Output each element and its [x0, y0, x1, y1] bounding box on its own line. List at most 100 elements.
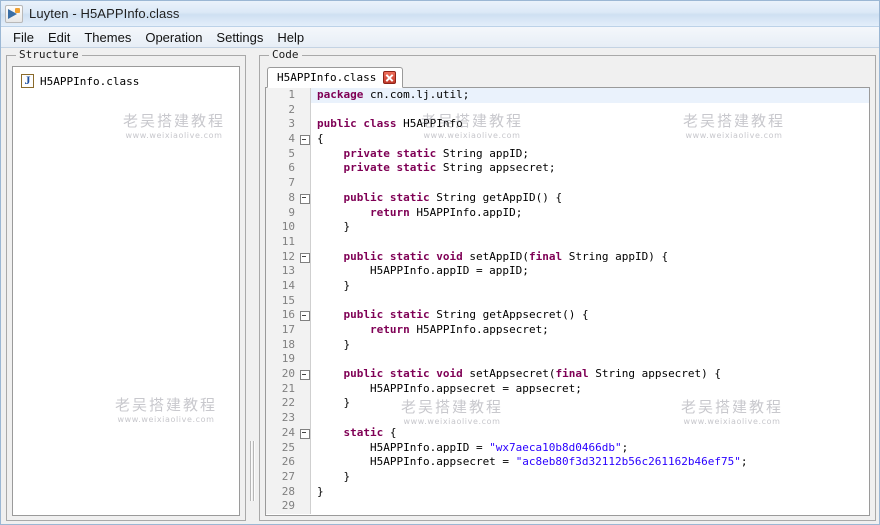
code-line[interactable]: 10 } [266, 220, 869, 235]
code-panel-title: Code [269, 48, 302, 61]
close-icon[interactable] [383, 71, 397, 84]
line-number: 9 [266, 205, 298, 221]
menu-item-settings[interactable]: Settings [209, 29, 270, 46]
code-text: return H5APPInfo.appsecret; [369, 323, 549, 336]
code-line[interactable]: 20 public static void setAppsecret(final… [266, 367, 869, 382]
fold-collapse-icon[interactable] [298, 190, 311, 206]
code-text: H5APPInfo.appsecret = "ac8eb80f3d32112b5… [317, 455, 748, 469]
line-number: 14 [266, 278, 298, 294]
code-line[interactable]: 28} [266, 484, 869, 500]
code-line[interactable]: 3 public class H5APPInfo [266, 117, 869, 133]
structure-tree[interactable]: H5APPInfo.class [12, 66, 240, 516]
app-icon [5, 4, 23, 23]
code-line[interactable]: 15 [266, 293, 869, 309]
fold-gutter [298, 117, 311, 133]
code-line[interactable]: 12 public static void setAppID(final Str… [266, 249, 869, 265]
code-panel: Code H5APPInfo.class 1 package cn.com.lj.… [259, 48, 876, 521]
code-text: } [317, 278, 351, 292]
code-text: public static void setAppsecret(final St… [343, 367, 722, 381]
window-title: Luyten - H5APPInfo.class [29, 6, 180, 21]
code-text: return H5APPInfo.appID; [369, 205, 523, 219]
panel-splitter[interactable] [248, 48, 257, 524]
fold-collapse-icon[interactable] [298, 425, 311, 441]
luyten-window: Luyten - H5APPInfo.class File Edit Theme… [0, 0, 880, 525]
line-number: 8 [266, 190, 298, 206]
fold-gutter [298, 278, 311, 294]
fold-gutter [298, 337, 311, 353]
menu-item-help[interactable]: Help [270, 29, 311, 46]
fold-collapse-icon[interactable] [298, 132, 311, 147]
code-line[interactable]: 5 private static String appID; [266, 146, 869, 162]
menu-item-themes[interactable]: Themes [77, 29, 138, 46]
fold-collapse-icon[interactable] [298, 308, 311, 323]
structure-panel: Structure H5APPInfo.class [6, 48, 246, 521]
code-text: H5APPInfo.appID = "wx7aeca10b8d0466db"; [317, 440, 629, 454]
code-line[interactable]: 25 H5APPInfo.appID = "wx7aeca10b8d0466db… [266, 440, 869, 456]
line-number: 22 [266, 396, 298, 412]
fold-gutter [298, 176, 311, 191]
code-line[interactable]: 14 } [266, 278, 869, 294]
code-line[interactable]: 1 package cn.com.lj.util; [266, 88, 869, 103]
line-number: 12 [266, 249, 298, 265]
code-editor[interactable]: 1 package cn.com.lj.util; 2 3 public class H… [265, 88, 870, 516]
fold-gutter [298, 220, 311, 235]
code-line[interactable]: 9 return H5APPInfo.appID; [266, 205, 869, 221]
code-line[interactable]: 27 } [266, 469, 869, 485]
code-line[interactable]: 24 static { [266, 425, 869, 441]
structure-panel-title: Structure [16, 48, 82, 61]
editor-tab-strip: H5APPInfo.class [265, 66, 870, 88]
line-number: 7 [266, 176, 298, 191]
menu-item-edit[interactable]: Edit [41, 29, 77, 46]
line-number: 13 [266, 264, 298, 279]
line-number: 19 [266, 352, 298, 368]
fold-gutter [298, 484, 311, 500]
code-line[interactable]: 23 [266, 411, 869, 426]
fold-collapse-icon[interactable] [298, 367, 311, 382]
java-class-icon [21, 73, 34, 88]
menu-item-file[interactable]: File [6, 29, 41, 46]
tab-h5appinfo-class[interactable]: H5APPInfo.class [267, 67, 404, 88]
code-line[interactable]: 29 [266, 499, 869, 514]
tab-label: H5APPInfo.class [277, 71, 377, 84]
code-line[interactable]: 8 public static String getAppID() { [266, 190, 869, 206]
code-text: private static String appsecret; [343, 161, 556, 175]
code-line[interactable]: 18 } [266, 337, 869, 353]
code-lines[interactable]: 1 package cn.com.lj.util; 2 3 public class H… [266, 88, 869, 515]
code-line[interactable]: 7 [266, 176, 869, 191]
fold-collapse-icon[interactable] [298, 249, 311, 265]
line-number: 1 [266, 88, 298, 103]
fold-gutter [298, 352, 311, 368]
line-number: 29 [266, 499, 298, 514]
code-line[interactable]: 21 H5APPInfo.appsecret = appsecret; [266, 381, 869, 397]
menu-item-operation[interactable]: Operation [138, 29, 209, 46]
fold-gutter [298, 264, 311, 279]
code-line[interactable]: 4{ [266, 132, 869, 147]
code-text: public static String getAppsecret() { [343, 308, 589, 322]
line-number: 10 [266, 220, 298, 235]
line-number: 2 [266, 102, 298, 118]
line-number: 20 [266, 367, 298, 382]
line-number: 25 [266, 440, 298, 456]
code-text: } [317, 337, 351, 351]
fold-gutter [298, 469, 311, 485]
line-number: 21 [266, 381, 298, 397]
code-line[interactable]: 13 H5APPInfo.appID = appID; [266, 264, 869, 279]
code-line[interactable]: 19 [266, 352, 869, 368]
code-line[interactable]: 26 H5APPInfo.appsecret = "ac8eb80f3d3211… [266, 455, 869, 470]
code-text: static { [343, 425, 397, 439]
code-line[interactable]: 6 private static String appsecret; [266, 161, 869, 177]
line-number: 3 [266, 117, 298, 133]
tree-item-label: H5APPInfo.class [40, 74, 140, 88]
fold-gutter [298, 205, 311, 221]
tree-item-h5appinfo[interactable]: H5APPInfo.class [13, 72, 239, 90]
line-number: 28 [266, 484, 298, 500]
code-line[interactable]: 22 } [266, 396, 869, 412]
code-line[interactable]: 11 [266, 234, 869, 250]
splitter-grip[interactable] [250, 441, 255, 501]
code-line[interactable]: 17 return H5APPInfo.appsecret; [266, 323, 869, 338]
code-line[interactable]: 16 public static String getAppsecret() { [266, 308, 869, 323]
code-text: public class H5APPInfo [317, 117, 463, 131]
code-line[interactable]: 2 [266, 102, 869, 118]
